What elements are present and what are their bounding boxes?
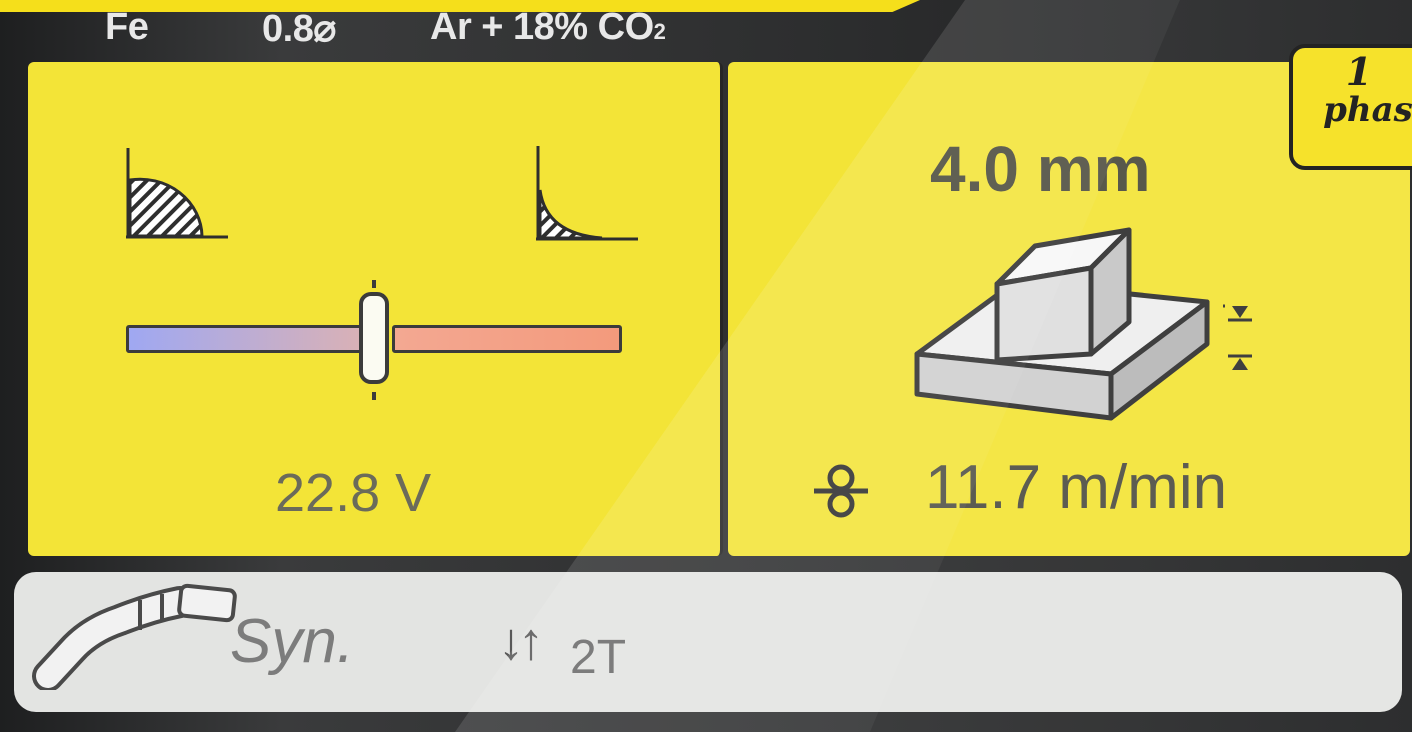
- gas-main-text: Ar + 18% CO: [430, 6, 654, 48]
- material-label: Fe: [105, 6, 149, 48]
- phase-word: phas: [1323, 90, 1412, 130]
- welder-display: Fe 0.8⌀ Ar + 18% CO2 22.8 V 4.0 mm 11.7 …: [0, 0, 1412, 732]
- t-joint-icon: [914, 227, 1225, 421]
- arc-slider-track-soft[interactable]: [126, 325, 364, 353]
- phase-number: 1: [1345, 49, 1373, 94]
- mig-torch-icon: [32, 583, 237, 690]
- gas-subscript: 2: [653, 19, 666, 44]
- trigger-arrows-icon: ↓↑: [498, 613, 544, 671]
- concave-weld-bead-icon: [536, 146, 638, 241]
- thickness-value: 4.0 mm: [930, 133, 1151, 205]
- voltage-value: 22.8 V: [275, 463, 432, 523]
- slider-center-tick-bottom: [372, 392, 376, 400]
- arc-slider-thumb[interactable]: [359, 292, 389, 384]
- wire-feed-speed-value: 11.7 m/min: [925, 453, 1228, 522]
- status-bar: Fe 0.8⌀ Ar + 18% CO2: [0, 0, 1412, 52]
- trigger-mode-label: 2T: [570, 631, 627, 684]
- slider-center-tick-top: [372, 280, 376, 288]
- convex-weld-bead-icon: [126, 148, 228, 239]
- arc-slider-track-hard[interactable]: [392, 325, 622, 353]
- wire-feed-roller-icon: [814, 464, 868, 518]
- phase-badge: 1 phas: [1289, 44, 1412, 170]
- synergic-mode-label: Syn.: [230, 607, 355, 676]
- shielding-gas-label: Ar + 18% CO2: [430, 6, 666, 49]
- thickness-indicator-icon: [1228, 306, 1252, 370]
- wire-diameter-label: 0.8⌀: [262, 8, 336, 50]
